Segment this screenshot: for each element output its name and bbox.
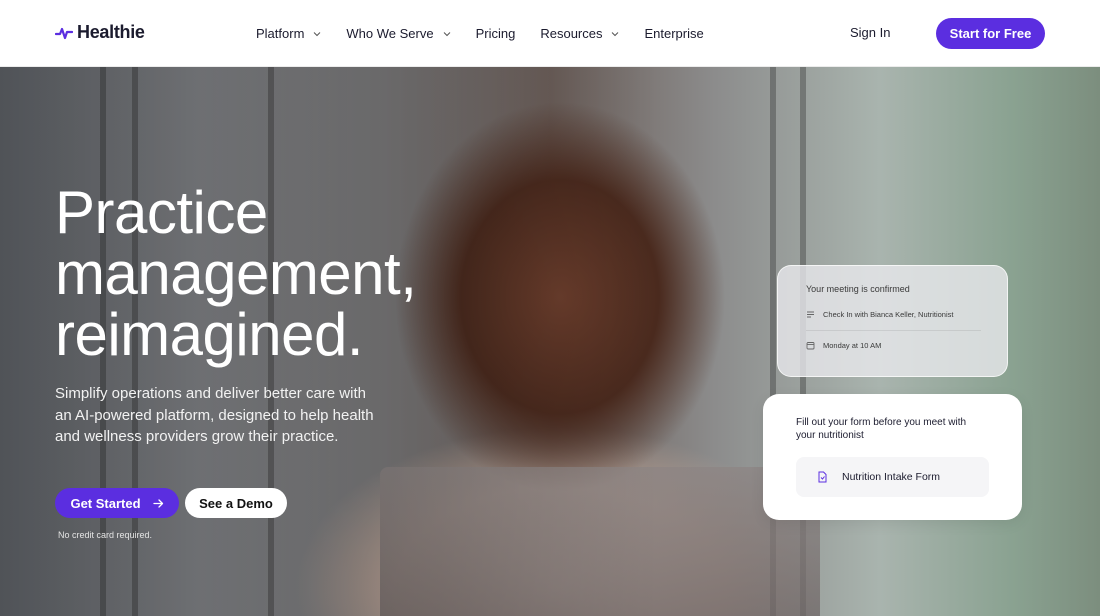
nav-item-enterprise[interactable]: Enterprise: [644, 26, 703, 41]
nav-item-pricing[interactable]: Pricing: [476, 26, 516, 41]
background-window-frame: [770, 67, 776, 616]
headline-line: Practice: [55, 179, 268, 246]
nav-item-platform[interactable]: Platform: [256, 26, 321, 41]
divider: [806, 330, 981, 331]
nav-item-label: Resources: [540, 26, 603, 41]
get-started-label: Get Started: [70, 495, 141, 511]
hero-laptop: [380, 467, 820, 616]
top-nav: Healthie Platform Who We Serve Pricing R…: [0, 0, 1100, 67]
nav-item-label: Enterprise: [644, 26, 704, 41]
nav-item-label: Who We Serve: [346, 26, 434, 41]
arrow-right-icon: [152, 498, 163, 508]
meeting-time-row: Monday at 10 AM: [806, 341, 881, 350]
sign-in-link[interactable]: Sign In: [850, 25, 890, 40]
meeting-time-text: Monday at 10 AM: [823, 341, 882, 350]
start-for-free-button[interactable]: Start for Free: [936, 18, 1045, 49]
hero-headline: Practice management, reimagined.: [55, 182, 495, 365]
nav-item-label: Platform: [256, 26, 305, 41]
see-a-demo-button[interactable]: See a Demo: [185, 488, 287, 518]
hero-section: Practice management, reimagined. Simplif…: [0, 67, 1100, 616]
main-menu: Platform Who We Serve Pricing Resources …: [256, 0, 729, 67]
pulse-icon: [55, 27, 73, 39]
meeting-card-title: Your meeting is confirmed: [806, 284, 910, 294]
nav-item-resources[interactable]: Resources: [540, 26, 619, 41]
headline-line: reimagined.: [55, 301, 364, 368]
brand-logo[interactable]: Healthie: [55, 22, 145, 43]
headline-line: management,: [55, 240, 417, 307]
nutrition-intake-form-chip[interactable]: Nutrition Intake Form: [796, 457, 989, 497]
meeting-detail-text: Check In with Bianca Keller, Nutritionis…: [823, 310, 954, 319]
get-started-button[interactable]: Get Started: [55, 488, 179, 518]
form-reminder-card: Fill out your form before you meet with …: [763, 394, 1022, 520]
hero-subcopy: Simplify operations and deliver better c…: [55, 385, 374, 445]
chevron-down-icon: [612, 31, 619, 36]
no-credit-card-note: No credit card required.: [58, 530, 153, 540]
chevron-down-icon: [314, 31, 321, 36]
chevron-down-icon: [443, 31, 450, 36]
nav-item-who-we-serve[interactable]: Who We Serve: [346, 26, 450, 41]
brand-name: Healthie: [77, 22, 145, 42]
nav-item-label: Pricing: [475, 26, 516, 41]
meeting-detail-row: Check In with Bianca Keller, Nutritionis…: [806, 310, 953, 319]
calendar-icon: [806, 342, 815, 350]
document-icon: [818, 471, 827, 483]
meeting-confirmed-card: Your meeting is confirmed Check In with …: [777, 265, 1008, 377]
lines-icon: [807, 311, 814, 318]
form-chip-label: Nutrition Intake Form: [842, 471, 941, 483]
form-card-title: Fill out your form before you meet with …: [796, 417, 967, 441]
